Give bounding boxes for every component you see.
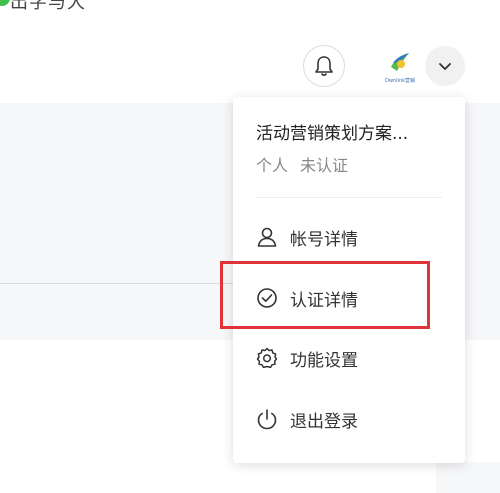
chevron-down-icon <box>439 63 451 70</box>
top-strip: 出字与大 <box>0 0 500 31</box>
highlight-box <box>220 261 430 329</box>
power-icon <box>256 408 278 430</box>
gear-icon <box>256 347 278 369</box>
menu-item-label: 退出登录 <box>290 411 358 432</box>
page-bottom-block <box>436 462 500 493</box>
menu-item-label: 帐号详情 <box>290 229 358 250</box>
avatar-caption: Ownlink营销 <box>384 77 416 84</box>
verify-status: 未认证 <box>300 156 349 175</box>
profile-meta: 个人 未认证 <box>256 152 348 176</box>
menu-item-feature-settings[interactable]: 功能设置 <box>256 340 446 376</box>
menu-item-logout[interactable]: 退出登录 <box>256 401 446 437</box>
app-title: 出字与大 <box>10 0 86 13</box>
page-divider <box>0 283 240 284</box>
menu-item-account-details[interactable]: 帐号详情 <box>256 219 446 255</box>
logo-icon <box>391 52 409 71</box>
menu-item-label: 功能设置 <box>290 350 358 371</box>
status-dot <box>0 0 10 6</box>
account-menu-toggle[interactable] <box>425 46 465 86</box>
notification-button[interactable] <box>303 45 345 87</box>
profile-type: 个人 <box>256 156 289 175</box>
header-bar: Ownlink营销 <box>0 30 500 103</box>
bell-icon <box>315 56 333 76</box>
avatar[interactable]: Ownlink营销 <box>376 42 424 90</box>
menu-divider <box>256 197 442 198</box>
profile-name[interactable]: 活动营销策划方案... <box>256 119 456 144</box>
user-icon <box>256 226 278 248</box>
